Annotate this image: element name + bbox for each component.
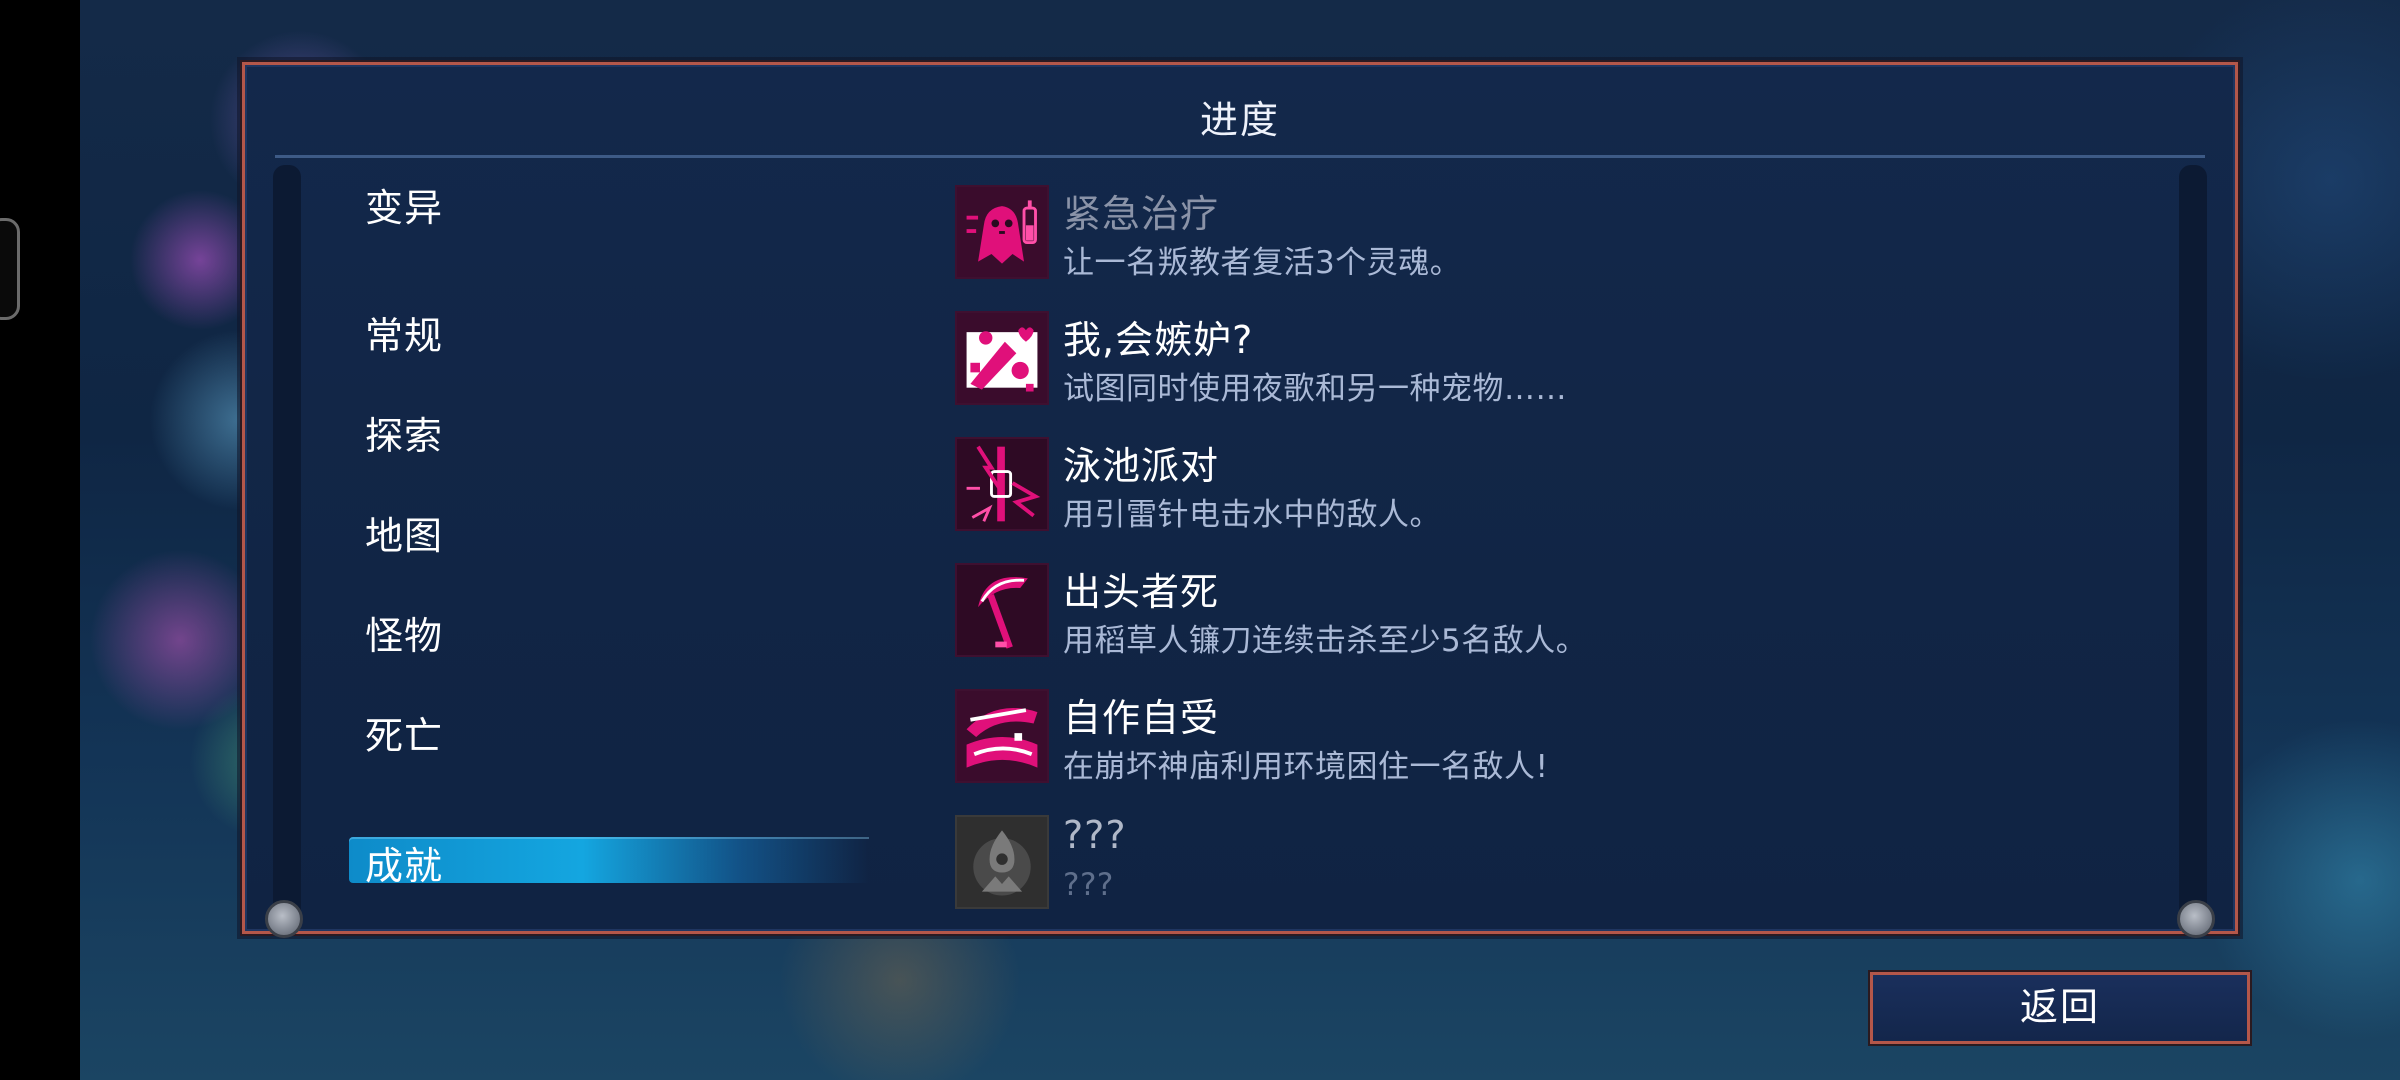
scythe-icon (955, 563, 1049, 657)
side-handle (0, 218, 20, 320)
achievement-name: 紧急治疗 (1063, 192, 1220, 236)
category-list: 变异 常规 探索 地图 怪物 死亡 成就 (245, 65, 885, 937)
category-general[interactable]: 常规 (365, 305, 443, 360)
achievement-name: 泳池派对 (1063, 444, 1220, 488)
achievement-item[interactable]: 出头者死 用稻草人镰刀连续击杀至少5名敌人。 (955, 561, 2155, 661)
back-button[interactable]: 返回 (1868, 970, 2252, 1046)
right-rail-knob[interactable] (2177, 900, 2215, 938)
achievement-description: 让一名叛教者复活3个灵魂。 (1063, 245, 1462, 281)
achievement-name: 我,会嫉妒? (1063, 318, 1254, 362)
locked-achievement-icon (955, 815, 1049, 909)
category-monsters[interactable]: 怪物 (365, 605, 443, 660)
lightning-rod-icon (955, 437, 1049, 531)
achievement-item[interactable]: 我,会嫉妒? 试图同时使用夜歌和另一种宠物…… (955, 309, 2155, 409)
trap-icon (955, 689, 1049, 783)
achievement-item[interactable]: 紧急治疗 让一名叛教者复活3个灵魂。 (955, 183, 2155, 283)
achievement-name: 自作自受 (1063, 696, 1220, 740)
achievement-description: ??? (1063, 867, 1114, 903)
achievement-item[interactable]: 自作自受 在崩坏神庙利用环境困住一名敌人! (955, 687, 2155, 787)
achievement-name: ??? (1063, 813, 1127, 857)
category-exploration[interactable]: 探索 (365, 405, 443, 460)
ghost-syringe-icon (955, 185, 1049, 279)
achievement-name: 出头者死 (1063, 570, 1220, 614)
achievement-description: 在崩坏神庙利用环境困住一名敌人! (1063, 749, 1549, 785)
achievement-description: 用引雷针电击水中的敌人。 (1063, 497, 1441, 533)
progress-panel: 进度 变异 常规 探索 地图 怪物 死亡 成就 紧急治疗 让一名叛教者复活3个灵… (240, 60, 2240, 938)
category-deaths[interactable]: 死亡 (365, 705, 443, 760)
achievement-item-locked[interactable]: ??? ??? (955, 813, 2155, 913)
category-map[interactable]: 地图 (365, 505, 443, 560)
achievement-description: 用稻草人镰刀连续击杀至少5名敌人。 (1063, 623, 1588, 659)
category-achievements[interactable]: 成就 (365, 835, 443, 890)
achievement-item[interactable]: 泳池派对 用引雷针电击水中的敌人。 (955, 435, 2155, 535)
game-screen: 进度 变异 常规 探索 地图 怪物 死亡 成就 紧急治疗 让一名叛教者复活3个灵… (0, 0, 2400, 1080)
achievement-description: 试图同时使用夜歌和另一种宠物…… (1063, 371, 1567, 407)
pets-heart-icon (955, 311, 1049, 405)
category-mutations[interactable]: 变异 (365, 177, 443, 232)
right-scroll-rail[interactable] (2179, 165, 2207, 925)
